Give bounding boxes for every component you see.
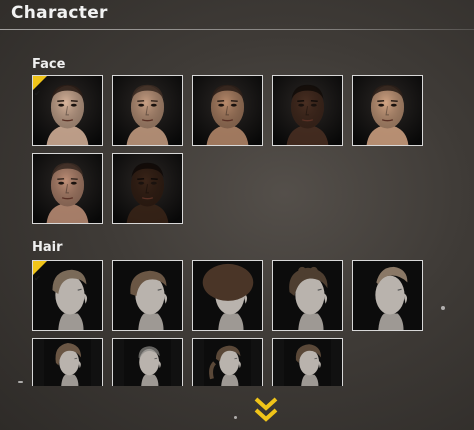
sparkle-decoration <box>18 381 23 383</box>
face-option-tile[interactable] <box>32 153 103 224</box>
selected-check-icon: ✔ <box>33 261 47 283</box>
face-option-tile[interactable] <box>192 75 263 146</box>
checkmark-icon: ✔ <box>34 89 41 98</box>
hair-option-tile[interactable] <box>32 338 103 386</box>
hair-option-tile[interactable] <box>112 338 183 386</box>
title-bar: Character <box>0 0 474 32</box>
hair-option-tile[interactable] <box>192 338 263 386</box>
hair-option-tile[interactable] <box>352 260 423 331</box>
checkmark-icon: ✔ <box>34 274 41 283</box>
face-option-tile[interactable] <box>112 75 183 146</box>
hair-option-tile[interactable]: ✔ <box>32 260 103 331</box>
double-chevron-down-icon[interactable] <box>253 396 279 424</box>
hair-section-label: Hair <box>32 240 63 255</box>
face-option-tile[interactable] <box>352 75 423 146</box>
face-option-tile[interactable] <box>272 75 343 146</box>
hair-option-tile[interactable] <box>112 260 183 331</box>
face-option-tile[interactable] <box>112 153 183 224</box>
hair-option-tile[interactable] <box>272 260 343 331</box>
sparkle-decoration <box>441 306 445 310</box>
hair-option-tile[interactable] <box>272 338 343 386</box>
selected-check-icon: ✔ <box>33 76 47 98</box>
face-option-tile[interactable]: ✔ <box>32 75 103 146</box>
hair-option-tile[interactable] <box>192 260 263 331</box>
page-title: Character <box>11 3 108 23</box>
face-section-label: Face <box>32 57 66 72</box>
title-divider <box>0 29 474 30</box>
sparkle-decoration <box>234 416 237 419</box>
